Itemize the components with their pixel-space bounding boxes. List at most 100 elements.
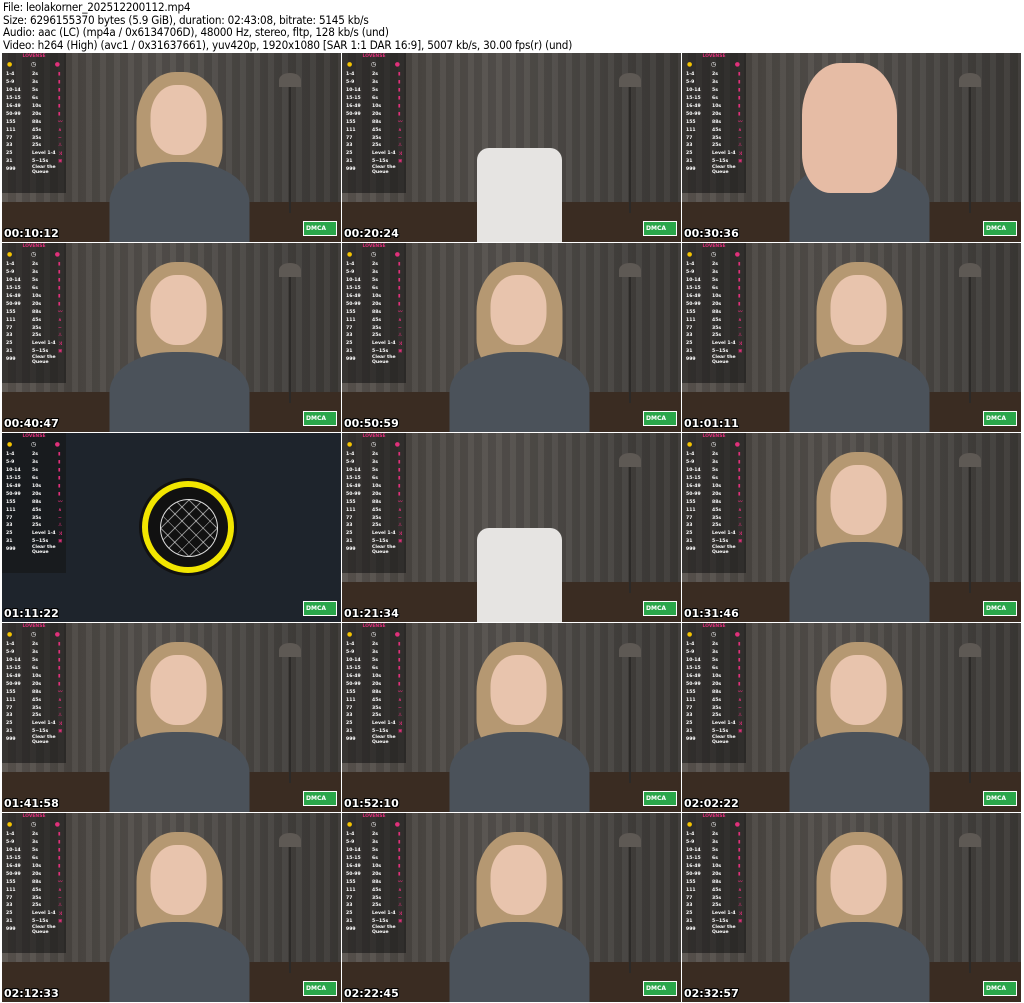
dmca-badge: DMCA xyxy=(303,981,337,996)
vibe-icon: ● xyxy=(734,61,740,68)
video-thumbnail[interactable]: LOVENSE ● ◷ ● 1-4 2s ▮ 5-9 3s ▮ 10-14 5s ▮ 15-15 6s ▮ 16… xyxy=(2,813,341,1002)
video-thumbnail[interactable]: LOVENSE ● ◷ ● 1-4 2s ▮ 5-9 3s ▮ 10-14 5s ▮ 15-15 6s ▮ 16… xyxy=(342,813,681,1002)
tip-menu-row: 999 Clear the Queue xyxy=(346,734,396,745)
timestamp: 00:50:59 xyxy=(344,417,399,430)
coins-icon: ● xyxy=(687,251,693,258)
video-info: Video: h264 (High) (avc1 / 0x31637661), … xyxy=(3,37,573,52)
tip-menu-row: 155 88s 〰 xyxy=(686,879,743,886)
timestamp: 01:01:11 xyxy=(684,417,739,430)
tip-menu-row: 10-14 5s ▮ xyxy=(686,88,741,94)
video-thumbnail[interactable]: LOVENSE ● ◷ ● 1-4 2s ▮ 5-9 3s ▮ 10-14 5s ▮ 15-15 6s ▮ 16… xyxy=(2,243,341,432)
coins-icon: ● xyxy=(347,251,353,258)
tip-menu-row: 111 45s ∧ xyxy=(346,317,402,323)
tip-menu-row: 25 Level 1-4 ⤨ xyxy=(686,531,742,537)
person xyxy=(784,447,934,622)
clock-icon: ◷ xyxy=(710,821,717,828)
lamp xyxy=(959,643,981,657)
lamp xyxy=(279,833,301,847)
tip-menu-row: 5-9 3s ▮ xyxy=(6,270,61,276)
lamp-pole xyxy=(969,653,971,783)
timestamp: 01:11:22 xyxy=(4,607,59,620)
tip-menu-row: 33 25s ♙ xyxy=(686,713,743,719)
tip-menu-row: 50-99 20s ▮ xyxy=(6,491,61,497)
tip-menu-row: 33 25s ♙ xyxy=(6,903,63,909)
tip-menu-row: 5-9 3s ▮ xyxy=(686,650,741,656)
tip-menu-row: 999 Clear the Queue xyxy=(6,924,56,935)
lamp xyxy=(959,453,981,467)
video-thumbnail[interactable]: LOVENSE ● ◷ ● 1-4 2s ▮ 5-9 3s ▮ 10-14 5s ▮ 15-15 6s ▮ 16… xyxy=(682,813,1021,1002)
tip-menu-row: 999 Clear the Queue xyxy=(686,164,736,175)
tip-menu-row: 33 25s ♙ xyxy=(6,523,63,529)
clock-icon: ◷ xyxy=(30,631,37,638)
dmca-badge: DMCA xyxy=(983,411,1017,426)
tip-menu-row: 5-9 3s ▮ xyxy=(346,650,401,656)
video-thumbnail[interactable]: LOVENSE ● ◷ ● 1-4 2s ▮ 5-9 3s ▮ 10-14 5s ▮ 15-15 6s ▮ 16… xyxy=(342,623,681,812)
video-thumbnail[interactable]: LOVENSE ● ◷ ● 1-4 2s ▮ 5-9 3s ▮ 10-14 5s ▮ 15-15 6s ▮ 16… xyxy=(2,623,341,812)
tip-menu-row: 155 88s 〰 xyxy=(6,499,63,506)
tip-menu-row: 25 Level 1-4 ⤨ xyxy=(346,151,402,157)
tip-menu-row: 999 Clear the Queue xyxy=(346,164,396,175)
tip-menu-row: 155 88s 〰 xyxy=(346,879,403,886)
tip-menu-row: 15-15 6s ▮ xyxy=(686,666,741,672)
tip-menu-row: 77 35s ~ xyxy=(686,135,742,141)
tip-menu-row: 999 Clear the Queue xyxy=(346,354,396,365)
tip-menu-row: 33 25s ♙ xyxy=(686,903,743,909)
tip-menu-row: 999 Clear the Queue xyxy=(686,544,736,555)
tip-menu-row: 155 88s 〰 xyxy=(346,119,403,126)
vibe-icon: ● xyxy=(54,251,60,258)
tip-menu-row: 77 35s ~ xyxy=(346,135,402,141)
tip-menu-row: 155 88s 〰 xyxy=(6,689,63,696)
tip-menu-row: 10-14 5s ▮ xyxy=(686,468,741,474)
lamp-pole xyxy=(629,273,631,403)
tip-menu-row: 77 35s ~ xyxy=(346,895,402,901)
dmca-badge: DMCA xyxy=(643,981,677,996)
coins-icon: ● xyxy=(7,61,13,68)
tip-menu-row: 77 35s ~ xyxy=(346,325,402,331)
video-thumbnail[interactable]: LOVENSE ● ◷ ● 1-4 2s ▮ 5-9 3s ▮ 10-14 5s ▮ 15-15 6s ▮ 16… xyxy=(2,53,341,242)
timestamp: 01:21:34 xyxy=(344,607,399,620)
file-info-header: File: leolakorner_202512200112.mp4 Size:… xyxy=(3,1,572,51)
tip-menu-row: 25 Level 1-4 ⤨ xyxy=(346,531,402,537)
tip-menu-row: 25 Level 1-4 ⤨ xyxy=(346,911,402,917)
tip-menu-row: 5-9 3s ▮ xyxy=(686,460,741,466)
coins-icon: ● xyxy=(347,441,353,448)
tip-menu-row: 10-14 5s ▮ xyxy=(686,848,741,854)
tip-menu-row: 111 45s ∧ xyxy=(686,507,742,513)
tip-menu-row: 33 25s ♙ xyxy=(346,143,403,149)
vibe-icon: ● xyxy=(54,821,60,828)
tip-menu-row: 155 88s 〰 xyxy=(346,499,403,506)
video-thumbnail[interactable]: LOVENSE ● ◷ ● 1-4 2s ▮ 5-9 3s ▮ 10-14 5s ▮ 15-15 6s ▮ 16… xyxy=(682,433,1021,622)
dmca-badge: DMCA xyxy=(643,221,677,236)
tip-menu-row: 50-99 20s ▮ xyxy=(346,491,401,497)
tip-menu-row: 10-14 5s ▮ xyxy=(346,88,401,94)
video-thumbnail[interactable]: LOVENSE ● ◷ ● 1-4 2s ▮ 5-9 3s ▮ 10-14 5s ▮ 15-15 6s ▮ 16… xyxy=(2,433,341,622)
lamp-pole xyxy=(969,843,971,973)
tip-menu-row: 155 88s 〰 xyxy=(346,689,403,696)
tip-menu-row: 15-15 6s ▮ xyxy=(346,476,401,482)
tip-menu-row: 25 Level 1-4 ⤨ xyxy=(686,341,742,347)
coins-icon: ● xyxy=(7,631,13,638)
chair xyxy=(477,148,562,242)
video-thumbnail[interactable]: LOVENSE ● ◷ ● 1-4 2s ▮ 5-9 3s ▮ 10-14 5s ▮ 15-15 6s ▮ 16… xyxy=(682,623,1021,812)
person xyxy=(104,827,254,1002)
tip-menu-row: 1-4 2s ▮ xyxy=(686,452,741,458)
tip-menu-overlay: LOVENSE ● ◷ ● 1-4 2s ▮ 5-9 3s ▮ 10-14 5s ▮ 15-15 6s ▮ 16… xyxy=(342,433,406,573)
tip-menu-row: 10-14 5s ▮ xyxy=(346,848,401,854)
thumbnail-grid: LOVENSE ● ◷ ● 1-4 2s ▮ 5-9 3s ▮ 10-14 5s ▮ 15-15 6s ▮ 16… xyxy=(2,53,1023,1002)
timestamp: 02:12:33 xyxy=(4,987,59,1000)
tip-menu-row: 111 45s ∧ xyxy=(346,507,402,513)
video-thumbnail[interactable]: LOVENSE ● ◷ ● 1-4 2s ▮ 5-9 3s ▮ 10-14 5s ▮ 15-15 6s ▮ 16… xyxy=(342,433,681,622)
clock-icon: ◷ xyxy=(370,821,377,828)
video-thumbnail[interactable]: LOVENSE ● ◷ ● 1-4 2s ▮ 5-9 3s ▮ 10-14 5s ▮ 15-15 6s ▮ 16… xyxy=(342,53,681,242)
video-thumbnail[interactable]: LOVENSE ● ◷ ● 1-4 2s ▮ 5-9 3s ▮ 10-14 5s ▮ 15-15 6s ▮ 16… xyxy=(682,53,1021,242)
tip-menu-row: 1-4 2s ▮ xyxy=(686,832,741,838)
tip-menu-row: 33 25s ♙ xyxy=(686,333,743,339)
video-thumbnail[interactable]: LOVENSE ● ◷ ● 1-4 2s ▮ 5-9 3s ▮ 10-14 5s ▮ 15-15 6s ▮ 16… xyxy=(342,243,681,432)
tip-menu-row: 5-9 3s ▮ xyxy=(346,460,401,466)
tip-menu-row: 25 Level 1-4 ⤨ xyxy=(686,911,742,917)
dmca-badge: DMCA xyxy=(983,601,1017,616)
dmca-badge: DMCA xyxy=(643,601,677,616)
tip-menu-row: 15-15 6s ▮ xyxy=(6,856,61,862)
tip-menu-row: 15-15 6s ▮ xyxy=(686,96,741,102)
video-thumbnail[interactable]: LOVENSE ● ◷ ● 1-4 2s ▮ 5-9 3s ▮ 10-14 5s ▮ 15-15 6s ▮ 16… xyxy=(682,243,1021,432)
